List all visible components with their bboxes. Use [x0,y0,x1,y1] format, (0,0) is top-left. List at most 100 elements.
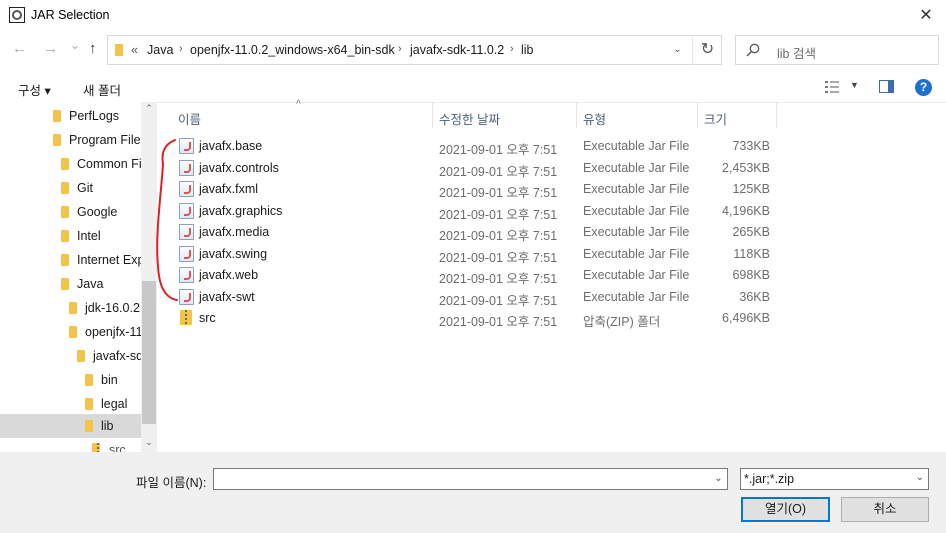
up-arrow-icon[interactable]: ↑ [89,40,97,57]
folder-icon [61,254,69,266]
column-divider[interactable] [697,102,698,128]
app-icon [9,7,25,23]
file-row[interactable]: javafx.media 2021-09-01 오후 7:51 Executab… [158,222,946,243]
file-type: 압축(ZIP) 폴더 [583,315,661,329]
scroll-down-icon[interactable]: ⌄ [141,437,157,451]
cancel-button[interactable]: 취소 [841,497,929,522]
refresh-icon[interactable]: ↻ [692,35,722,65]
file-name: javafx.web [199,268,259,282]
sort-ascending-icon: ^ [296,99,301,110]
search-box[interactable]: lib 검색 [735,35,939,65]
tree-item-openjfx[interactable]: openjfx-11 [0,320,142,344]
file-name: javafx.graphics [199,204,283,218]
column-header-name[interactable]: 이름 [178,109,201,128]
file-date: 2021-09-01 오후 7:51 [439,186,558,200]
folder-icon [115,44,123,56]
column-header-size[interactable]: 크기 [704,109,727,128]
title-bar [0,0,946,31]
folder-icon [61,230,69,242]
new-folder-button[interactable]: 새 폴더 [83,80,121,99]
file-row[interactable]: javafx.fxml 2021-09-01 오후 7:51 Executabl… [158,179,946,200]
tree-item-jdk[interactable]: jdk-16.0.2 [0,296,141,320]
address-bar[interactable]: « Java › openjfx-11.0.2_windows-x64_bin-… [107,35,722,65]
tree-item-legal[interactable]: legal [0,392,141,416]
tree-item-javafx-sdk[interactable]: javafx-sd [0,344,143,368]
breadcrumb-java[interactable]: Java [147,43,173,57]
zip-folder-icon [180,310,192,325]
tree-item-src[interactable]: src [0,438,141,452]
view-dropdown-icon[interactable]: ▼ [850,80,859,90]
file-size: 265KB [732,225,770,239]
file-row[interactable]: javafx.swing 2021-09-01 오후 7:51 Executab… [158,244,946,265]
jar-file-icon [179,181,194,197]
tree-item-git[interactable]: Git [0,176,141,200]
file-type-filter[interactable]: *.jar;*.zip ⌄ [740,468,929,490]
tree-item-google[interactable]: Google [0,200,141,224]
view-options-icon[interactable] [825,80,839,94]
file-row[interactable]: javafx.base 2021-09-01 오후 7:51 Executabl… [158,136,946,157]
folder-icon [61,182,69,194]
column-divider[interactable] [576,102,577,128]
zip-folder-icon [92,443,100,452]
file-row[interactable]: javafx.web 2021-09-01 오후 7:51 Executable… [158,265,946,286]
folder-icon [61,206,69,218]
help-icon[interactable]: ? [915,79,932,96]
organize-button[interactable]: 구성 ▾ [18,80,51,99]
address-dropdown-icon[interactable]: ⌄ [663,35,692,65]
file-row[interactable]: src 2021-09-01 오후 7:51 압축(ZIP) 폴더 6,496K… [158,308,946,329]
search-placeholder: lib 검색 [777,47,816,61]
file-date: 2021-09-01 오후 7:51 [439,251,558,265]
folder-icon [85,374,93,386]
window-title: JAR Selection [31,8,110,22]
folder-icon [85,398,93,410]
breadcrumb-openjfx[interactable]: openjfx-11.0.2_windows-x64_bin-sdk [190,43,395,57]
column-divider[interactable] [776,102,777,128]
navigation-pane: PerfLogs Program Files Common Fi Git Goo… [0,102,157,452]
folder-icon [69,302,77,314]
file-date: 2021-09-01 오후 7:51 [439,272,558,286]
tree-item-common-files[interactable]: Common Fi [0,152,142,176]
tree-item-intel[interactable]: Intel [0,224,141,248]
filename-input[interactable] [213,468,728,490]
folder-icon [85,420,93,432]
breadcrumb-javafx-sdk[interactable]: javafx-sdk-11.0.2 [410,43,504,57]
file-size: 2,453KB [722,161,770,175]
red-annotation-mark [156,139,178,301]
folder-icon [53,134,61,146]
file-type: Executable Jar File [583,247,690,261]
file-size: 125KB [732,182,770,196]
file-name: javafx.media [199,225,270,239]
open-button[interactable]: 열기(O) [741,497,830,522]
recent-locations-icon[interactable]: ⌄ [70,38,80,52]
tree-item-program-files[interactable]: Program Files [0,128,147,152]
filename-dropdown-icon[interactable]: ⌄ [710,469,727,489]
file-size: 733KB [732,139,770,153]
column-header-type[interactable]: 유형 [583,109,606,128]
tree-item-perflogs[interactable]: PerfLogs [0,104,141,128]
column-divider[interactable] [432,102,433,128]
jar-file-icon [179,246,194,262]
file-row[interactable]: javafx.graphics 2021-09-01 오후 7:51 Execu… [158,201,946,222]
tree-item-bin[interactable]: bin [0,368,141,392]
breadcrumb-lib[interactable]: lib [521,43,534,57]
scroll-up-icon[interactable]: ⌃ [141,103,157,117]
forward-arrow-icon[interactable]: → [43,40,58,57]
column-header-date[interactable]: 수정한 날짜 [439,109,500,128]
file-row[interactable]: javafx-swt 2021-09-01 오후 7:51 Executable… [158,287,946,308]
file-name: javafx-swt [199,290,255,304]
file-name: javafx.fxml [199,182,259,196]
tree-item-lib-selected[interactable]: lib [0,414,141,438]
chevron-right-icon: › [179,43,183,55]
file-type: Executable Jar File [583,139,690,153]
breadcrumb-overflow[interactable]: « [131,43,138,57]
filename-label: 파일 이름(N): [136,476,207,490]
close-icon[interactable]: ✕ [910,4,942,28]
preview-pane-icon[interactable] [879,80,894,93]
folder-icon [53,110,61,122]
file-date: 2021-09-01 오후 7:51 [439,294,558,308]
file-row[interactable]: javafx.controls 2021-09-01 오후 7:51 Execu… [158,158,946,179]
file-type: Executable Jar File [583,161,690,175]
tree-item-internet-explorer[interactable]: Internet Exp [0,248,144,272]
back-arrow-icon[interactable]: ← [12,40,27,57]
tree-item-java[interactable]: Java [0,272,141,296]
